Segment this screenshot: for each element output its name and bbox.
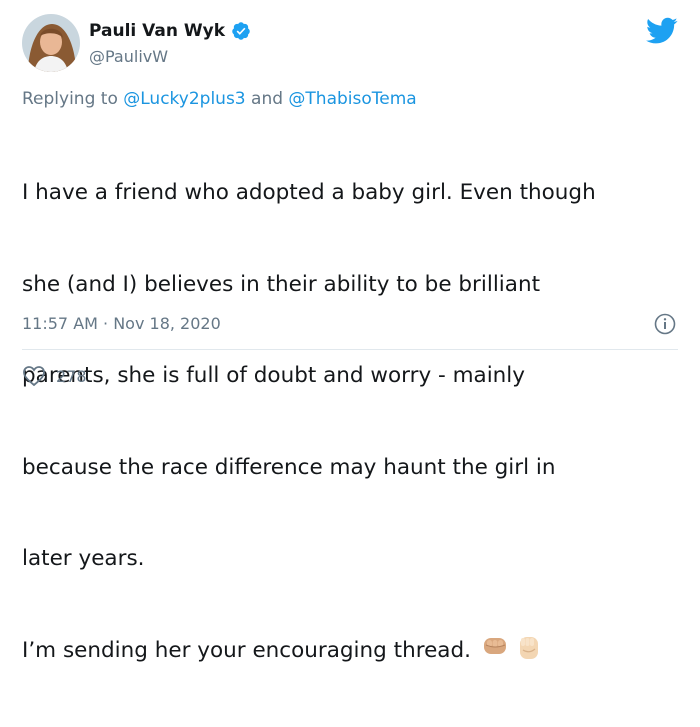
like-count: 278	[56, 366, 87, 386]
emoji-group	[481, 633, 543, 663]
tweet-last-line: I’m sending her your encouraging thread.	[22, 636, 682, 667]
tweet-line: I’m sending her your encouraging thread.	[22, 637, 471, 663]
like-button[interactable]: 278	[22, 365, 87, 387]
twitter-bird-icon[interactable]	[646, 17, 678, 45]
tweet-line: because the race difference may haunt th…	[22, 454, 556, 480]
tweet-card: Pauli Van Wyk @PaulivW Replying to @Luck…	[0, 0, 700, 663]
tweet-line: she (and I) believes in their ability to…	[22, 271, 540, 297]
tweet-line: I have a friend who adopted a baby girl.…	[22, 180, 596, 205]
verified-badge-icon	[231, 21, 251, 41]
tweet-line: parents, she is full of doubt and worry …	[22, 363, 526, 388]
info-icon[interactable]	[654, 313, 676, 335]
divider	[22, 349, 678, 350]
reply-prefix: Replying to	[22, 89, 124, 109]
author-handle[interactable]: @PaulivW	[89, 47, 168, 66]
tweet-text: I have a friend who adopted a baby girl.…	[22, 117, 682, 727]
author-name-row[interactable]: Pauli Van Wyk	[89, 21, 251, 41]
raised-fist-icon	[519, 636, 538, 659]
mention-link-2[interactable]: @ThabisoTema	[288, 89, 416, 109]
reply-joiner: and	[245, 89, 289, 109]
mention-link-1[interactable]: @Lucky2plus3	[123, 89, 245, 109]
reply-context: Replying to @Lucky2plus3 and @ThabisoTem…	[22, 89, 417, 109]
author-name[interactable]: Pauli Van Wyk	[89, 21, 225, 41]
heart-icon[interactable]	[22, 365, 46, 387]
oncoming-fist-icon	[483, 637, 506, 654]
tweet-timestamp[interactable]: 11:57 AM · Nov 18, 2020	[22, 314, 221, 333]
tweet-line: later years.	[22, 546, 145, 571]
avatar[interactable]	[22, 14, 80, 72]
